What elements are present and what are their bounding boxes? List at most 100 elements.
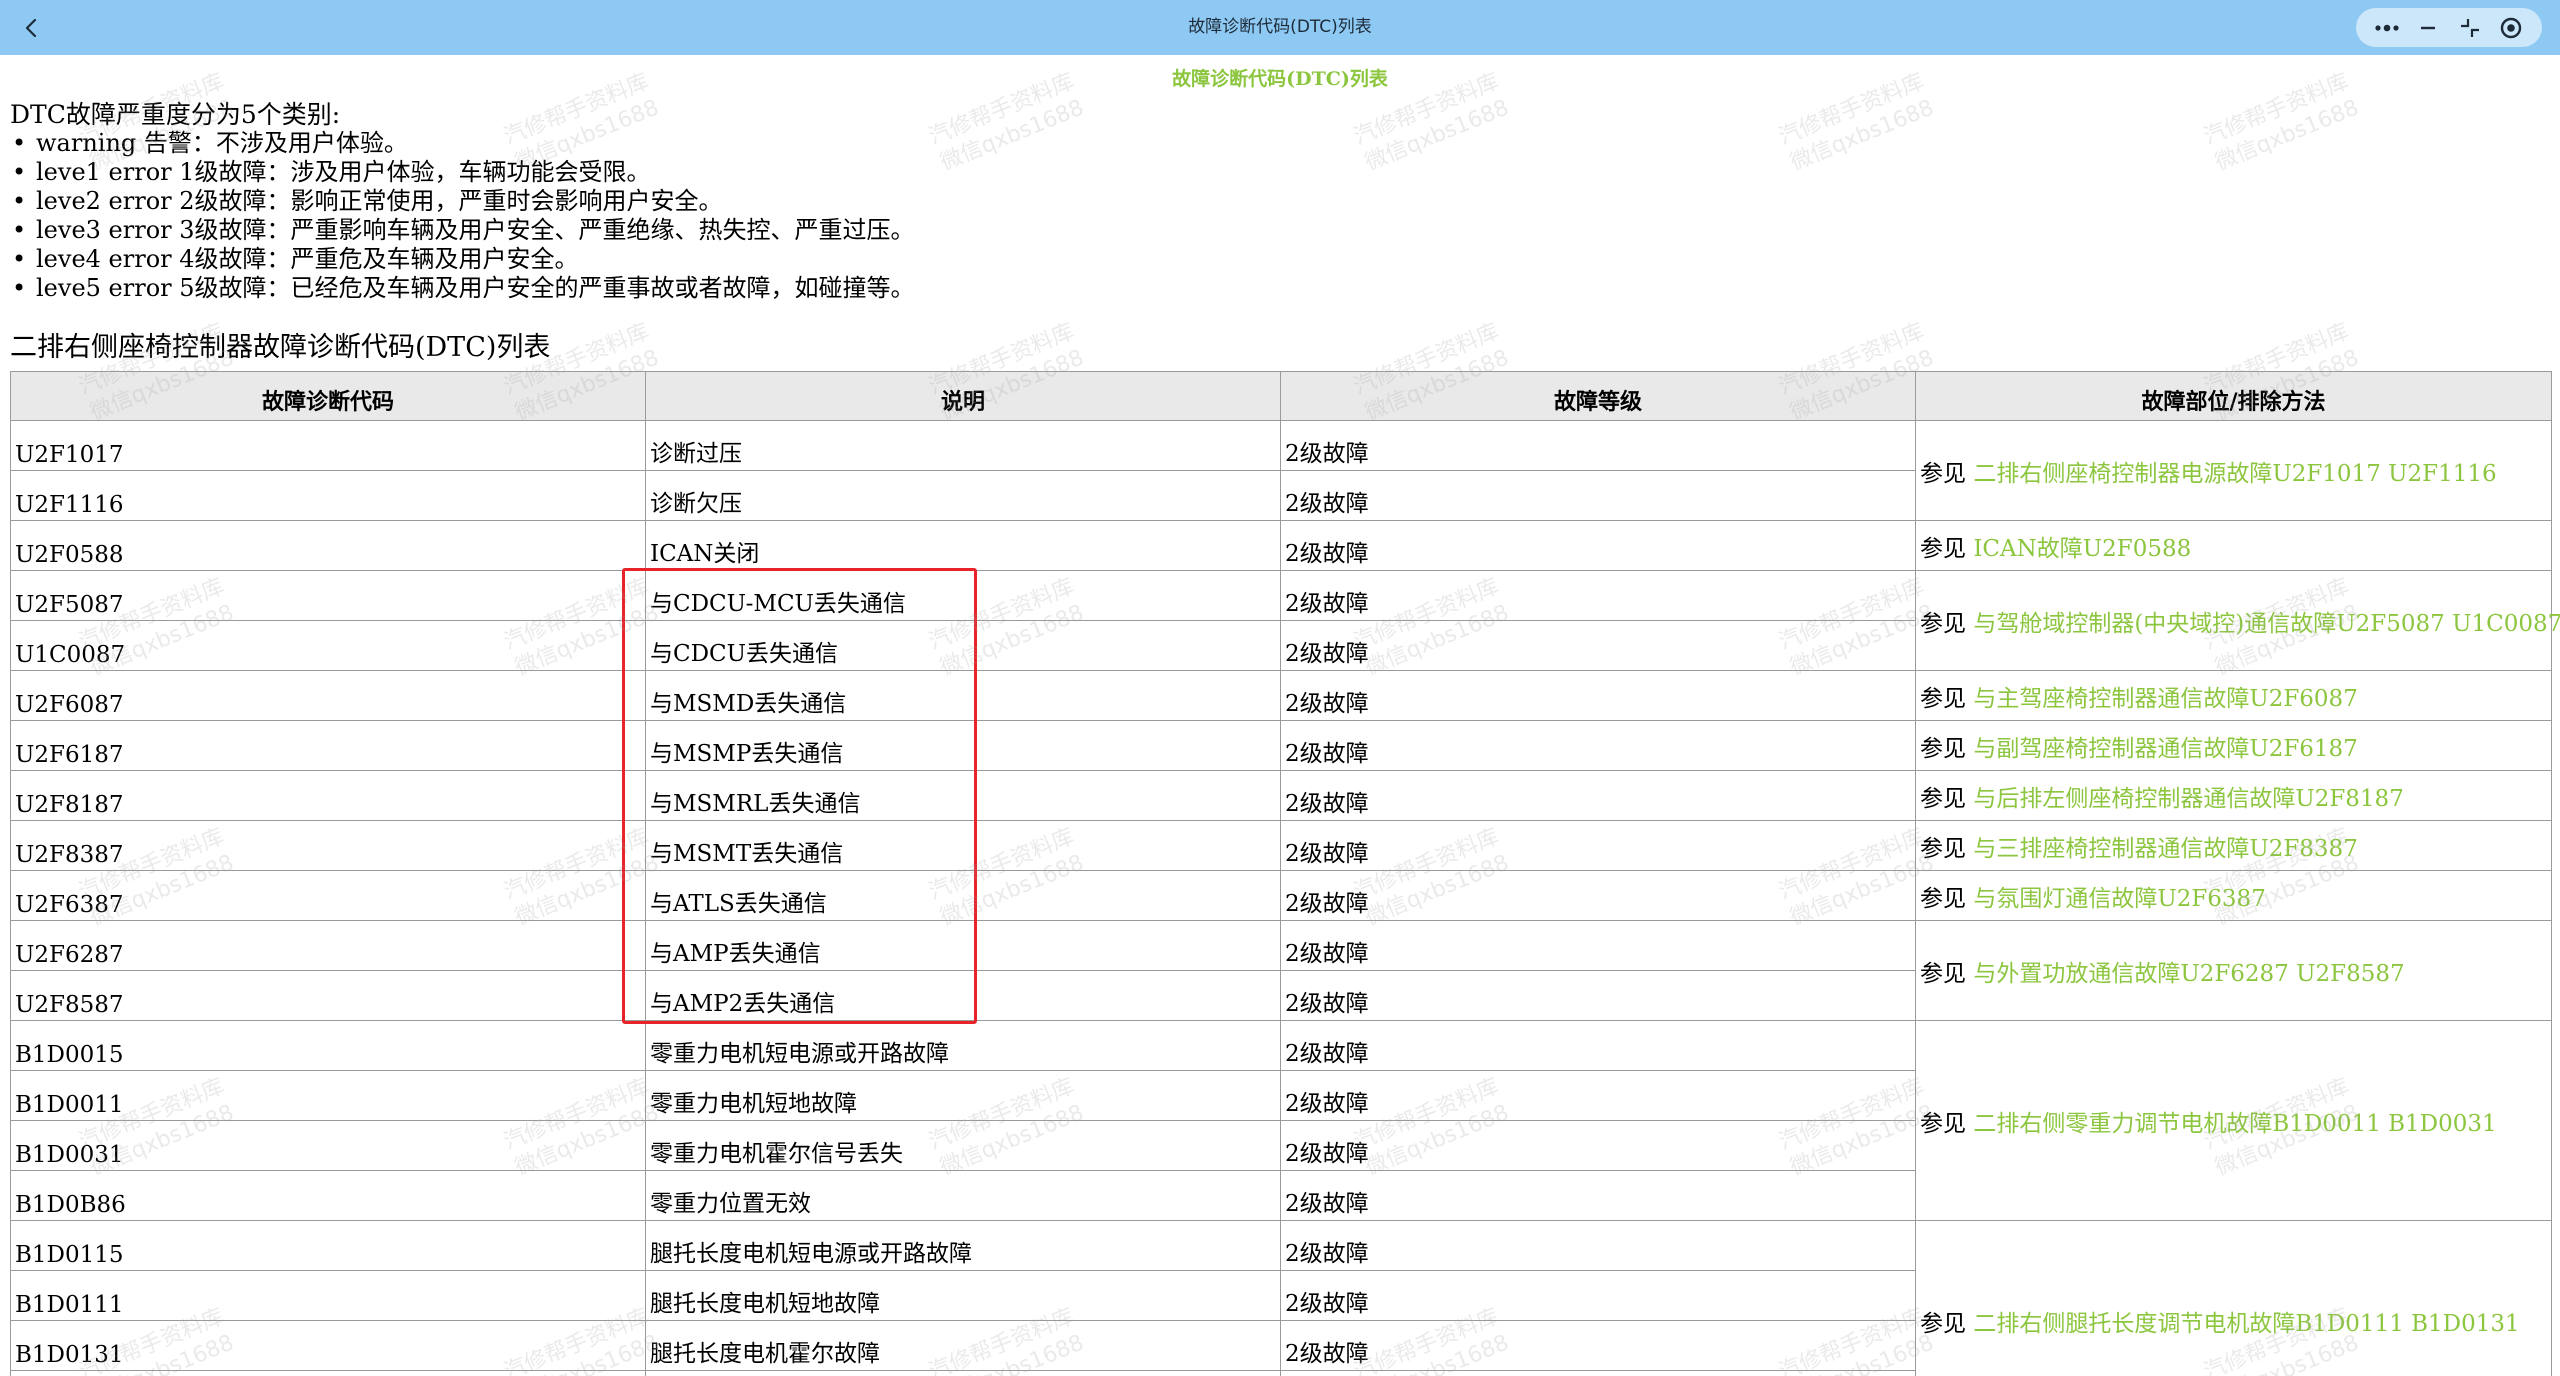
ref-prefix: 参见 (1920, 835, 1966, 862)
ref-link[interactable]: 与主驾座椅控制器通信故障U2F6087 (1973, 686, 2358, 712)
more-dots-icon (2375, 24, 2399, 31)
table-header-row: 故障诊断代码 说明 故障等级 故障部位/排除方法 (10, 371, 2552, 421)
dtc-code: U2F8587 (10, 970, 646, 1021)
dtc-level: 2级故障 (1280, 970, 1916, 1021)
severity-intro-title: DTC故障严重度分为5个类别: (10, 100, 341, 129)
dtc-desc: 零重力位置无效 (645, 1170, 1281, 1221)
dtc-level: 2级故障 (1280, 1320, 1916, 1371)
dtc-desc: 与MSMRL丢失通信 (645, 770, 1281, 821)
table-row: U2F6187 与MSMP丢失通信 2级故障 参见 与副驾座椅控制器通信故障U2… (10, 720, 2552, 771)
ref-link[interactable]: 与驾舱域控制器(中央域控)通信故障U2F5087 U1C0087 (1973, 611, 2560, 637)
header-ref: 故障部位/排除方法 (1915, 371, 2552, 421)
table-row: U2F5087 与CDCU-MCU丢失通信 2级故障 参见 与驾舱域控制器(中央… (10, 570, 2560, 671)
header-code: 故障诊断代码 (10, 371, 646, 421)
dtc-code: U2F5087 (10, 570, 646, 621)
dtc-code: U2F6387 (10, 870, 646, 921)
dtc-code: B1D0115 (10, 1220, 646, 1271)
dtc-code: U2F8187 (10, 770, 646, 821)
ref-cell: 参见 ICAN故障U2F0588 (1915, 520, 2552, 571)
ref-prefix: 参见 (1920, 535, 1966, 562)
ref-link[interactable]: 二排右侧零重力调节电机故障B1D0011 B1D0031 (1973, 1111, 2496, 1137)
dtc-desc: ICAN关闭 (645, 520, 1281, 571)
dtc-desc: 腿托长度电机短电源或开路故障 (645, 1220, 1281, 1271)
dtc-code: B1D0B86 (10, 1170, 646, 1221)
ref-link[interactable]: ICAN故障U2F0588 (1973, 536, 2191, 562)
ref-cell: 参见 与氛围灯通信故障U2F6387 (1915, 870, 2552, 921)
dtc-level: 2级故障 (1280, 1120, 1916, 1171)
dtc-desc: 与CDCU丢失通信 (645, 620, 1281, 671)
dtc-code: B1D0111 (10, 1270, 646, 1321)
ref-cell: 参见 与外置功放通信故障U2F6287 U2F8587 (1915, 920, 2552, 1021)
ref-prefix: 参见 (1920, 685, 1966, 712)
ref-link[interactable]: 与氛围灯通信故障U2F6387 (1973, 886, 2266, 912)
dtc-level: 2级故障 (1280, 470, 1916, 521)
dtc-level: 2级故障 (1280, 1070, 1916, 1121)
dtc-level (1280, 1370, 1916, 1376)
ref-link[interactable]: 与三排座椅控制器通信故障U2F8387 (1973, 836, 2358, 862)
severity-intro: DTC故障严重度分为5个类别: warning 告警：不涉及用户体验。 leve… (10, 100, 915, 303)
header-level: 故障等级 (1280, 371, 1916, 421)
table-row: U2F8187 与MSMRL丢失通信 2级故障 参见 与后排左侧座椅控制器通信故… (10, 770, 2552, 821)
ref-cell: 参见 与副驾座椅控制器通信故障U2F6187 (1915, 720, 2552, 771)
ref-prefix: 参见 (1920, 1110, 1966, 1137)
table-row: U2F0588 ICAN关闭 2级故障 参见 ICAN故障U2F0588 (10, 520, 2552, 571)
dtc-desc: 与AMP2丢失通信 (645, 970, 1281, 1021)
dtc-desc: 与AMP丢失通信 (645, 920, 1281, 971)
dtc-level: 2级故障 (1280, 870, 1916, 921)
ref-cell: 参见 与后排左侧座椅控制器通信故障U2F8187 (1915, 770, 2552, 821)
dtc-code (10, 1370, 646, 1376)
minimize-icon (2421, 26, 2436, 29)
minimize-button[interactable] (2411, 11, 2445, 45)
ref-prefix: 参见 (1920, 885, 1966, 912)
dtc-level: 2级故障 (1280, 1270, 1916, 1321)
dtc-level: 2级故障 (1280, 1020, 1916, 1071)
dtc-desc: 与CDCU-MCU丢失通信 (645, 570, 1281, 621)
dtc-code: U2F8387 (10, 820, 646, 871)
dtc-code: U2F1017 (10, 420, 646, 471)
dtc-desc: 腿托长度电机短地故障 (645, 1270, 1281, 1321)
ref-cell: 参见 与主驾座椅控制器通信故障U2F6087 (1915, 670, 2552, 721)
ref-link[interactable]: 与副驾座椅控制器通信故障U2F6187 (1973, 736, 2358, 762)
table-row: U2F6287 与AMP丢失通信 2级故障 参见 与外置功放通信故障U2F628… (10, 920, 2552, 1021)
ref-link[interactable]: 与后排左侧座椅控制器通信故障U2F8187 (1973, 786, 2404, 812)
more-button[interactable] (2370, 11, 2404, 45)
dtc-desc (645, 1370, 1281, 1376)
table-row: U2F6387 与ATLS丢失通信 2级故障 参见 与氛围灯通信故障U2F638… (10, 870, 2552, 921)
close-target-icon (2501, 17, 2522, 38)
table-row: B1D0115 腿托长度电机短电源或开路故障 2级故障 参见 二排右侧腿托长度调… (10, 1220, 2552, 1376)
ref-cell: 参见 二排右侧座椅控制器电源故障U2F1017 U2F1116 (1915, 420, 2552, 521)
window-title: 故障诊断代码(DTC)列表 (1188, 17, 1372, 37)
title-bar: 故障诊断代码(DTC)列表 (0, 0, 2560, 55)
dtc-desc: 与MSMD丢失通信 (645, 670, 1281, 721)
dtc-code: U2F6187 (10, 720, 646, 771)
dtc-level: 2级故障 (1280, 920, 1916, 971)
dtc-level: 2级故障 (1280, 720, 1916, 771)
dtc-code: U2F1116 (10, 470, 646, 521)
dtc-code: U2F0588 (10, 520, 646, 571)
dtc-desc: 与MSMP丢失通信 (645, 720, 1281, 771)
ref-link[interactable]: 二排右侧座椅控制器电源故障U2F1017 U2F1116 (1973, 461, 2496, 487)
dtc-desc: 零重力电机霍尔信号丢失 (645, 1120, 1281, 1171)
dtc-level: 2级故障 (1280, 520, 1916, 571)
collapse-icon (2460, 18, 2479, 37)
dtc-level: 2级故障 (1280, 570, 1916, 621)
dtc-code: B1D0031 (10, 1120, 646, 1171)
ref-link[interactable]: 与外置功放通信故障U2F6287 U2F8587 (1973, 961, 2404, 987)
ref-prefix: 参见 (1920, 785, 1966, 812)
close-button[interactable] (2494, 11, 2528, 45)
ref-prefix: 参见 (1920, 610, 1966, 637)
collapse-button[interactable] (2453, 11, 2487, 45)
dtc-code: U2F6287 (10, 920, 646, 971)
dtc-level: 2级故障 (1280, 670, 1916, 721)
dtc-level: 2级故障 (1280, 620, 1916, 671)
severity-item: warning 告警：不涉及用户体验。 (10, 129, 915, 158)
ref-link[interactable]: 二排右侧腿托长度调节电机故障B1D0111 B1D0131 (1973, 1311, 2519, 1337)
dtc-level: 2级故障 (1280, 1170, 1916, 1221)
severity-item: leve5 error 5级故障：已经危及车辆及用户安全的严重事故或者故障，如碰… (10, 274, 915, 303)
dtc-desc: 诊断过压 (645, 420, 1281, 471)
table-row: U2F1017 诊断过压 2级故障 参见 二排右侧座椅控制器电源故障U2F101… (10, 420, 2552, 521)
table-row: U2F8387 与MSMT丢失通信 2级故障 参见 与三排座椅控制器通信故障U2… (10, 820, 2552, 871)
ref-prefix: 参见 (1920, 735, 1966, 762)
dtc-code: B1D0015 (10, 1020, 646, 1071)
dtc-code: B1D0011 (10, 1070, 646, 1121)
